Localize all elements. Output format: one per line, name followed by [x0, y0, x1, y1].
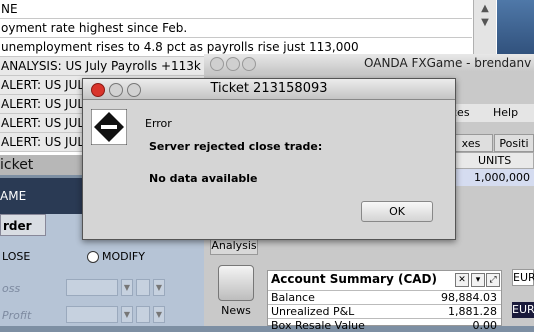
menu-item-help[interactable]: Help: [493, 104, 518, 122]
close-icon[interactable]: ✕: [455, 273, 469, 287]
close-icon[interactable]: [91, 83, 105, 97]
table-row: Unrealized P&L 1,881.28: [268, 304, 501, 318]
stepper-down-icon[interactable]: ▼: [153, 279, 165, 296]
modify-option-label[interactable]: MODIFY: [102, 250, 145, 263]
scroll-up-icon[interactable]: ▲: [478, 2, 492, 16]
news-button-label: News: [221, 304, 251, 317]
account-summary-title: Account Summary (CAD): [271, 272, 437, 286]
units-header-label: UNITS: [478, 154, 512, 167]
dialog-title: Ticket 213158093: [210, 81, 328, 96]
news-row[interactable]: oyment rate highest since Feb.: [0, 19, 472, 38]
balance-value: 98,884.03: [441, 291, 497, 304]
zoom-icon[interactable]: [127, 83, 141, 97]
currency-select[interactable]: EUR: [512, 269, 534, 286]
window-zoom-icon[interactable]: [242, 57, 256, 71]
expand-icon[interactable]: ⤢: [486, 273, 500, 287]
unrealized-pl-value: 1,881.28: [448, 305, 497, 318]
error-detail: No data available: [149, 172, 258, 185]
account-summary-panel: Account Summary (CAD) ✕ ▾ ⤢ Balance 98,8…: [267, 270, 502, 332]
dialog-titlebar[interactable]: Ticket 213158093: [83, 79, 455, 100]
window-title: OANDA FXGame - brendanv: [364, 56, 532, 70]
error-heading: Error: [145, 117, 172, 130]
take-profit-stepper[interactable]: [136, 306, 150, 323]
dropdown-icon[interactable]: ▾: [471, 273, 485, 287]
newspaper-icon: [218, 265, 254, 301]
close-option-label[interactable]: LOSE: [2, 250, 30, 263]
table-row: Box Resale Value 0.00: [268, 318, 501, 332]
news-headline: NE: [1, 2, 18, 16]
unrealized-pl-label: Unrealized P&L: [271, 305, 355, 318]
tab-positions[interactable]: Positi: [494, 134, 534, 152]
game-logo-text: AME: [0, 189, 27, 203]
modify-radio[interactable]: [87, 251, 99, 263]
window-minimize-icon[interactable]: [226, 57, 240, 71]
stop-loss-input[interactable]: [66, 279, 118, 296]
tab-strip: xes Positi: [449, 134, 534, 152]
stop-loss-stepper[interactable]: [136, 279, 150, 296]
units-value: 1,000,000: [474, 171, 530, 184]
error-dialog: Ticket 213158093 Error Server rejected c…: [82, 78, 456, 240]
error-message: Server rejected close trade:: [149, 140, 323, 153]
desktop-background: [497, 0, 534, 58]
units-column-header[interactable]: UNITS: [449, 152, 534, 169]
news-headline: ANALYSIS: US July Payrolls +113k Bu: [1, 59, 221, 73]
stepper-down-icon[interactable]: ▼: [121, 306, 133, 323]
news-button[interactable]: News: [215, 265, 257, 320]
window-close-icon[interactable]: [210, 57, 224, 71]
table-row[interactable]: 1,000,000: [449, 169, 534, 186]
take-profit-label: Profit: [2, 309, 32, 322]
take-profit-input[interactable]: [66, 306, 118, 323]
news-row[interactable]: NE: [0, 0, 472, 19]
table-row: Balance 98,884.03: [268, 290, 501, 304]
scroll-down-icon[interactable]: ▼: [478, 16, 492, 30]
error-stop-icon: [91, 109, 127, 145]
tab-order[interactable]: rder: [0, 214, 46, 236]
stepper-down-icon[interactable]: ▼: [153, 306, 165, 323]
menu-bar: ces Help: [449, 104, 534, 122]
news-headline: oyment rate highest since Feb.: [1, 21, 188, 35]
balance-label: Balance: [271, 291, 315, 304]
stepper-down-icon[interactable]: ▼: [121, 279, 133, 296]
currency-label: EUR: [512, 302, 534, 318]
minimize-icon[interactable]: [109, 83, 123, 97]
stop-loss-label: oss: [2, 282, 21, 295]
ok-button[interactable]: OK: [361, 201, 433, 222]
oanda-window-titlebar[interactable]: OANDA FXGame - brendanv: [204, 54, 534, 73]
news-headline: unemployment rises to 4.8 pct as payroll…: [1, 40, 359, 54]
game-banner: AME: [0, 178, 83, 214]
ticket-window-titlebar[interactable]: icket 213158: [0, 155, 83, 193]
